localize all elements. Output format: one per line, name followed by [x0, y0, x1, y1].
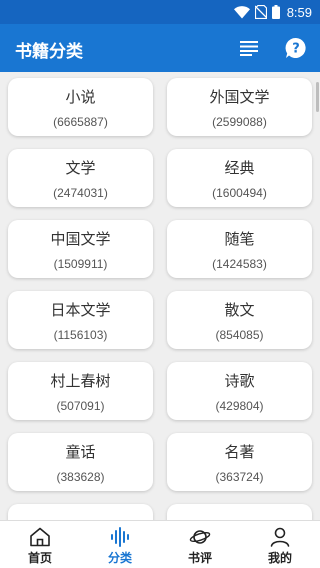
category-count: (507091): [56, 399, 105, 413]
category-count: (1600494): [212, 186, 267, 200]
category-card[interactable]: 童话 (383628): [8, 433, 153, 491]
category-count: (429804): [215, 399, 264, 413]
category-card[interactable]: 日本文学 (1156103): [8, 291, 153, 349]
category-name: 随笔: [224, 230, 255, 248]
category-count: (2474031): [53, 186, 108, 200]
category-count: (1156103): [53, 328, 108, 342]
category-card[interactable]: 小说 (6665887): [8, 78, 153, 136]
help-button[interactable]: ?: [284, 36, 308, 60]
category-count: (2599088): [212, 115, 267, 129]
home-icon: [30, 527, 50, 547]
category-name: 经典: [224, 159, 255, 177]
nav-label: 首页: [27, 551, 52, 565]
nav-label: 分类: [107, 551, 132, 565]
category-name: 散文: [224, 301, 255, 319]
category-name: 村上春树: [50, 372, 111, 390]
nav-item-mine[interactable]: 我的: [240, 521, 320, 568]
nav-label: 我的: [267, 551, 292, 565]
app-bar: 书籍分类 ?: [0, 24, 320, 72]
category-name: 中国文学: [50, 230, 111, 248]
category-card[interactable]: 名著 (363724): [167, 433, 312, 491]
scrollbar-thumb[interactable]: [316, 82, 319, 112]
category-name: 日本文学: [50, 301, 111, 319]
category-name: 文学: [65, 159, 96, 177]
nav-label: 书评: [187, 551, 212, 565]
page-title: 书籍分类: [15, 42, 83, 62]
nav-item-home[interactable]: 首页: [0, 521, 80, 568]
planet-icon: [189, 530, 211, 544]
audio-wave-icon: [111, 527, 129, 547]
list-view-button[interactable]: [237, 36, 261, 60]
battery-icon: [271, 5, 280, 19]
category-card[interactable]: 中国文学 (1509911): [8, 220, 153, 278]
category-list[interactable]: 小说 (6665887) 外国文学 (2599088) 文学 (2474031)…: [0, 72, 320, 520]
category-card[interactable]: [167, 504, 312, 520]
wifi-icon: [233, 5, 250, 18]
list-icon: [240, 41, 258, 56]
category-name: 小说: [65, 88, 96, 106]
category-name: 名著: [224, 443, 255, 461]
bottom-navigation: 首页 分类 书评 我的: [0, 520, 320, 568]
help-icon: ?: [285, 37, 306, 58]
category-count: (6665887): [53, 115, 108, 129]
nav-item-review[interactable]: 书评: [160, 521, 240, 568]
status-bar: 8:59: [0, 0, 320, 24]
category-count: (363724): [215, 470, 264, 484]
category-card[interactable]: [8, 504, 153, 520]
category-card[interactable]: 村上春树 (507091): [8, 362, 153, 420]
nav-item-category[interactable]: 分类: [80, 521, 160, 568]
no-sim-icon: [254, 5, 267, 19]
category-name: 诗歌: [224, 372, 255, 390]
user-icon: [270, 527, 290, 547]
category-name: 童话: [65, 443, 96, 461]
category-count: (1424583): [212, 257, 267, 271]
category-card[interactable]: 散文 (854085): [167, 291, 312, 349]
category-count: (383628): [56, 470, 105, 484]
category-count: (1509911): [53, 257, 108, 271]
category-card[interactable]: 随笔 (1424583): [167, 220, 312, 278]
status-icons: 8:59: [233, 4, 312, 20]
category-card[interactable]: 诗歌 (429804): [167, 362, 312, 420]
category-card[interactable]: 经典 (1600494): [167, 149, 312, 207]
category-card[interactable]: 外国文学 (2599088): [167, 78, 312, 136]
svg-text:?: ?: [292, 42, 300, 57]
clock-time: 8:59: [286, 4, 312, 20]
category-card[interactable]: 文学 (2474031): [8, 149, 153, 207]
category-count: (854085): [215, 328, 264, 342]
category-name: 外国文学: [209, 88, 270, 106]
